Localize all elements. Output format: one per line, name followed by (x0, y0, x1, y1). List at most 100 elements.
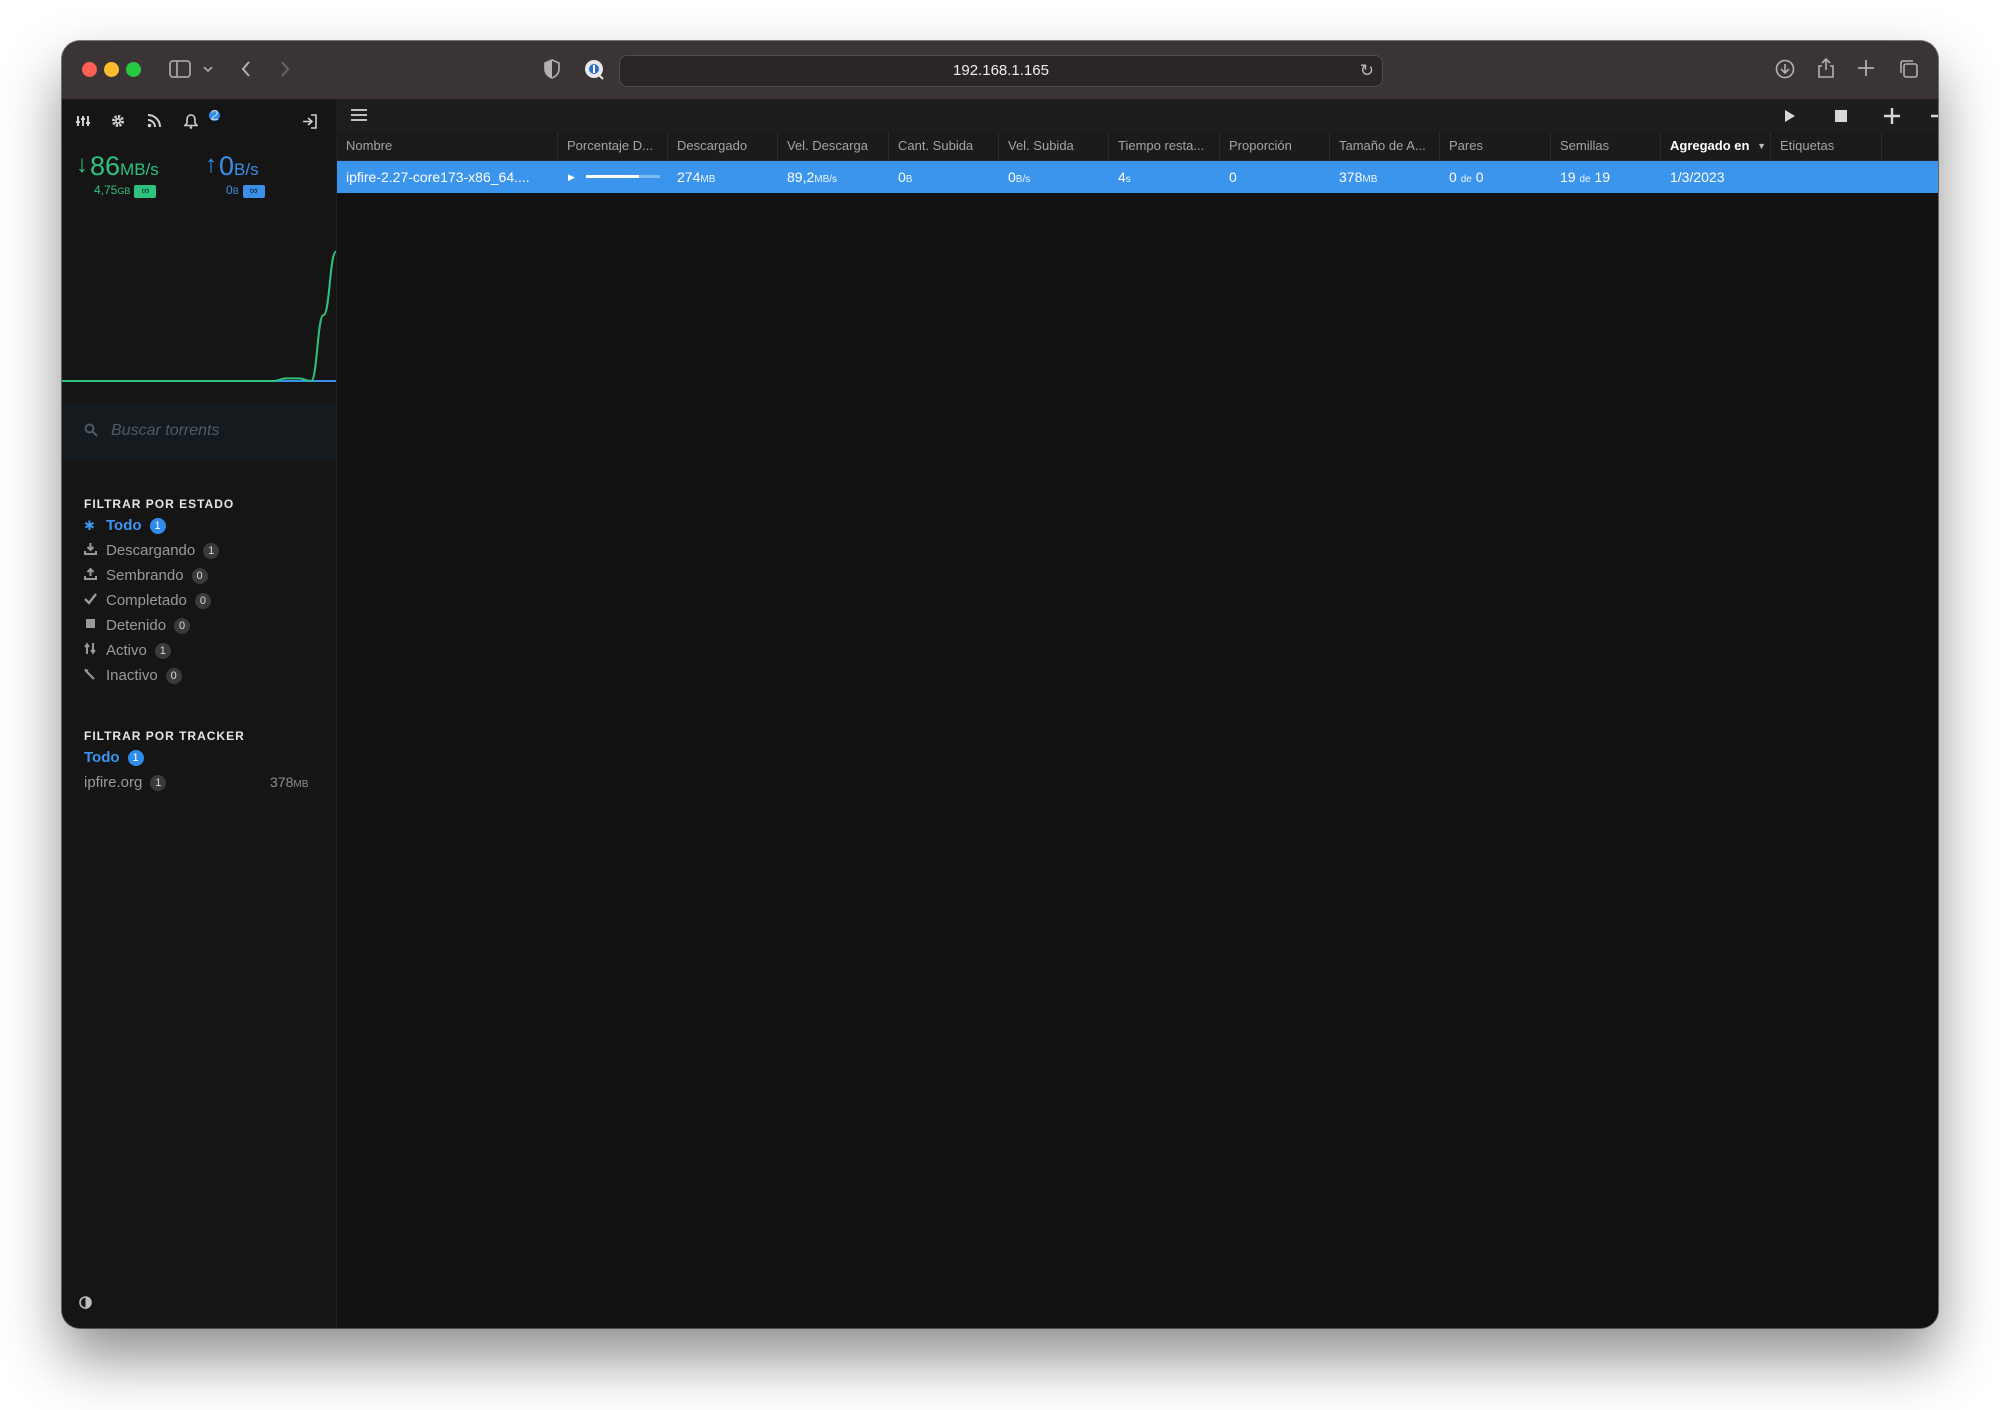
torrent-eta: 4s (1109, 161, 1220, 193)
dl-speed-value: 89,2 (787, 169, 815, 185)
filter-tracker-all[interactable]: Todo 1 (84, 747, 144, 769)
torrent-labels (1771, 161, 1882, 193)
reload-icon[interactable]: ↻ (1360, 56, 1374, 86)
column-peers[interactable]: Pares (1440, 132, 1551, 160)
logout-icon[interactable] (302, 114, 317, 133)
filter-count: 0 (191, 568, 208, 584)
play-icon[interactable]: ▶ (568, 161, 575, 193)
filter-label: Todo (84, 749, 120, 766)
upload-total: 0B ∞ (226, 183, 265, 198)
column-download-speed[interactable]: Vel. Descarga (778, 132, 889, 160)
filter-label: ipfire.org (84, 774, 143, 791)
theme-toggle-icon[interactable] (79, 1296, 92, 1312)
progress-fill (586, 175, 640, 178)
arrow-down-icon: ↓ (76, 151, 88, 178)
chevron-down-icon[interactable] (202, 60, 214, 84)
column-name[interactable]: Nombre (337, 132, 558, 160)
eta-unit: s (1125, 174, 1131, 185)
column-added-label: Agregado en (1670, 138, 1750, 153)
filter-count: 0 (165, 668, 182, 684)
torrent-download-speed: 89,2MB/s (778, 161, 889, 193)
table-row[interactable]: ipfire-2.27-core173-x86_64.... ▶ 274MB 8… (337, 161, 1938, 193)
back-icon[interactable] (240, 59, 252, 83)
column-downloaded[interactable]: Descargado (668, 132, 778, 160)
filter-tracker-ipfire[interactable]: ipfire.org 1 (84, 772, 167, 794)
torrent-ratio: 0 (1229, 169, 1237, 185)
search-icon (84, 423, 98, 440)
filter-status-downloading[interactable]: Descargando 1 (84, 540, 220, 562)
bell-icon[interactable] (183, 114, 199, 133)
dl-speed-unit: MB/s (814, 174, 838, 185)
torrent-size: 378MB (1330, 161, 1440, 193)
upload-total-value: 0 (226, 183, 233, 197)
peers-value: 0 (1449, 169, 1457, 185)
uploaded-unit: B (905, 174, 913, 185)
filter-status-all[interactable]: ✱ Todo 1 (84, 515, 166, 537)
column-percent[interactable]: Porcentaje D... (558, 132, 668, 160)
column-upload-speed[interactable]: Vel. Subida (999, 132, 1109, 160)
forward-icon[interactable] (279, 59, 291, 83)
tab-overview-icon[interactable] (1899, 59, 1919, 83)
download-icon (84, 540, 106, 562)
progress-bar (586, 175, 660, 178)
filter-label: Inactivo (106, 667, 158, 684)
download-total-value: 4,75 (94, 183, 118, 197)
filter-count: 1 (127, 750, 144, 766)
column-seeds[interactable]: Semillas (1551, 132, 1661, 160)
sidebar-toolbar: 2 (76, 108, 326, 138)
resume-button[interactable] (1783, 108, 1797, 129)
pause-button[interactable] (1834, 109, 1848, 128)
download-limit-badge[interactable]: ∞ (134, 185, 157, 198)
password-extension-icon[interactable] (584, 59, 606, 85)
rss-icon[interactable] (147, 114, 161, 132)
search-box[interactable]: Buscar torrents (62, 403, 336, 461)
filter-status-stopped[interactable]: Detenido 0 (84, 615, 191, 637)
main-panel: Nombre Porcentaje D... Descargado Vel. D… (337, 100, 1938, 1328)
active-icon (84, 640, 106, 662)
notification-count-badge: 2 (209, 107, 220, 124)
share-icon[interactable] (1817, 57, 1835, 83)
eta-value: 4 (1118, 169, 1126, 185)
filter-count: 1 (150, 775, 167, 791)
downloads-icon[interactable] (1775, 59, 1795, 83)
add-torrent-button[interactable] (1884, 108, 1900, 129)
upload-limit-badge[interactable]: ∞ (242, 185, 265, 198)
sidebar-toggle-icon[interactable] (169, 60, 191, 82)
maximize-window-button[interactable] (126, 62, 141, 77)
new-tab-icon[interactable] (1857, 59, 1875, 81)
speed-graph (62, 250, 336, 383)
download-speed: ↓86MB/s (76, 151, 159, 182)
gear-icon[interactable] (111, 114, 125, 132)
torrent-downloaded: 274MB (668, 161, 778, 193)
column-ratio[interactable]: Proporción (1220, 132, 1330, 160)
column-labels[interactable]: Etiquetas (1771, 132, 1882, 160)
download-total-unit: GB (117, 186, 131, 196)
column-size[interactable]: Tamaño de A... (1330, 132, 1440, 160)
column-eta[interactable]: Tiempo resta... (1109, 132, 1220, 160)
main-toolbar (337, 100, 1938, 132)
menu-icon[interactable] (351, 108, 367, 127)
filter-status-completed[interactable]: Completado 0 (84, 590, 211, 612)
filter-status-active[interactable]: Activo 1 (84, 640, 171, 662)
search-input[interactable]: Buscar torrents (111, 422, 219, 440)
check-icon (84, 590, 106, 612)
download-speed-line (62, 250, 336, 383)
column-uploaded[interactable]: Cant. Subida (889, 132, 999, 160)
sidebar: 2 ↓86MB/s 4,75GB ∞ ↑0B/s 0B ∞ Buscar torre… (62, 100, 337, 1328)
close-window-button[interactable] (82, 62, 97, 77)
tracker-size: 378MB (270, 774, 308, 790)
browser-window: 192.168.1.165 ↻ 2 ↓86MB/s 4,75GB ∞ ↑0B/s… (62, 41, 1938, 1328)
ul-speed-unit: B/s (1015, 174, 1031, 185)
address-bar[interactable]: 192.168.1.165 ↻ (619, 55, 1383, 87)
filter-label: Completado (106, 592, 187, 609)
filter-status-inactive[interactable]: Inactivo 0 (84, 665, 182, 687)
speed-limits-icon[interactable] (76, 114, 90, 132)
browser-title-bar: 192.168.1.165 ↻ (62, 41, 1938, 100)
size-value: 378 (1339, 169, 1363, 185)
remove-torrent-button[interactable] (1931, 108, 1938, 129)
minimize-window-button[interactable] (104, 62, 119, 77)
filter-label: Sembrando (106, 567, 184, 584)
column-added[interactable]: Agregado en ▼ (1661, 132, 1771, 160)
filter-status-seeding[interactable]: Sembrando 0 (84, 565, 208, 587)
privacy-shield-icon[interactable] (544, 59, 560, 83)
